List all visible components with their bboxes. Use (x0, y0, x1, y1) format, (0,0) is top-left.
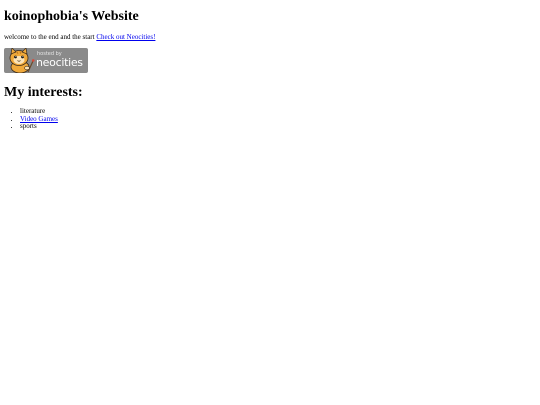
neocities-link[interactable]: Check out Neocities! (96, 33, 155, 41)
welcome-paragraph: welcome to the end and the start Check o… (4, 33, 155, 42)
interests-heading: My interests: (4, 85, 83, 100)
hosted-by-neocities-badge[interactable]: hosted by neocities (4, 48, 88, 73)
interests-list: literature Video Games sports (4, 107, 58, 131)
page-title: koinophobia's Website (4, 9, 139, 24)
badge-brand-text: neocities (36, 56, 83, 69)
list-item-sports: sports (20, 122, 58, 131)
interest-label: sports (20, 122, 37, 131)
welcome-text: welcome to the end and the start (4, 33, 95, 41)
neocities-cat-icon (5, 48, 35, 73)
